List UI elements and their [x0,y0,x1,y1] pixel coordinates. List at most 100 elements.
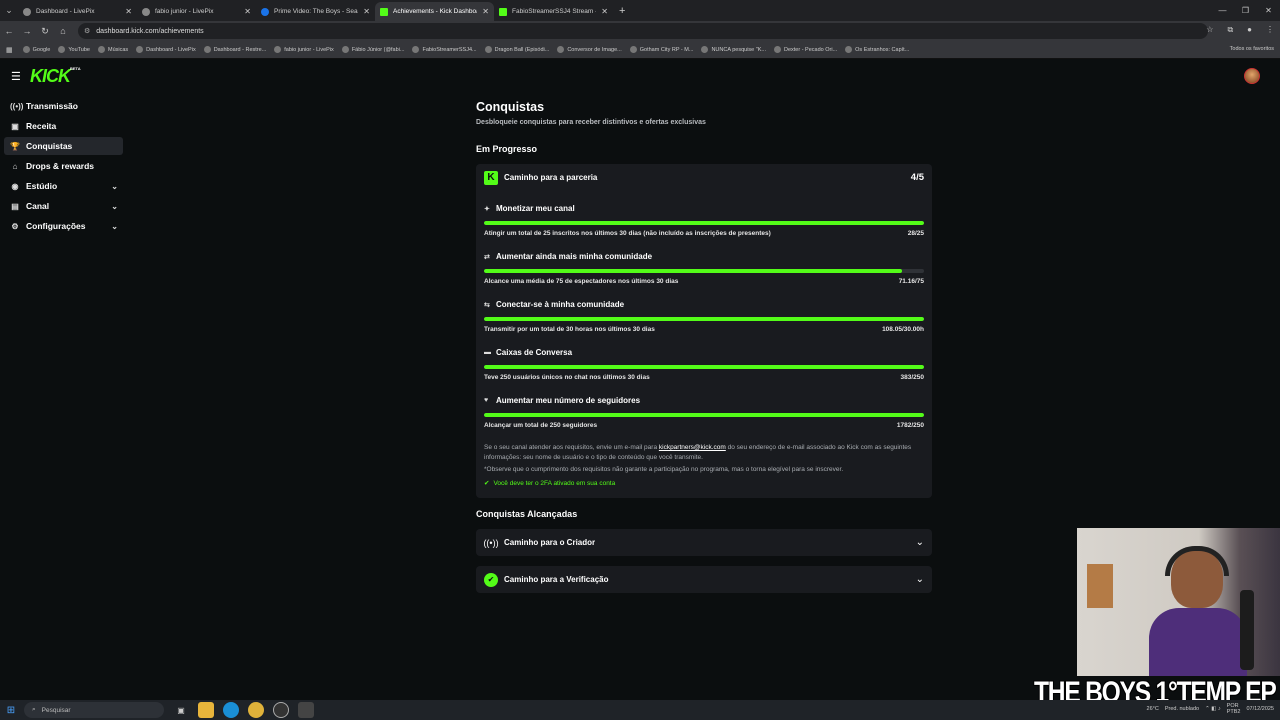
site-header: ☰ KICKBETA [0,61,1280,91]
sidebar-item-conquistas[interactable]: 🏆 Conquistas [4,137,123,155]
obs-icon[interactable] [273,702,289,718]
goal-title-row: ▬ Caixas de Conversa [484,346,924,359]
minimize-icon[interactable]: — [1211,0,1234,21]
weather-text: Pred. nublado [1164,706,1200,712]
avatar[interactable] [1244,68,1260,84]
partner-card-title: Caminho para a parceria [504,173,598,182]
file-explorer-icon[interactable] [198,702,214,718]
bookmark-item[interactable]: FabioStreamerSSJ4... [412,46,477,53]
input-language[interactable]: POR PTB2 [1227,703,1241,715]
bookmark-item[interactable]: Conversor de Image... [557,46,622,53]
chevron-down-icon[interactable]: ⌄ [916,574,924,585]
bookmark-item[interactable]: Dragon Ball (Episódi... [484,46,550,53]
check-icon: ✔ [484,480,490,487]
tab-close-icon[interactable]: ✕ [244,7,251,16]
achieved-creator-path[interactable]: ((•)) Caminho para o Criador ⌄ [476,529,932,556]
bookmark-favicon-icon [98,46,105,53]
trophy-icon: 🏆 [10,141,20,151]
bookmark-label: YouTube [68,46,90,53]
bookmark-item[interactable]: YouTube [58,46,90,53]
chevron-down-icon[interactable]: ⌄ [111,202,118,211]
bookmark-item[interactable]: Gotham City RP - M... [629,46,693,53]
bookmark-label: Dragon Ball (Episódi... [494,46,550,53]
profile-icon[interactable]: ● [1247,25,1252,35]
bookmark-item[interactable]: Dashboard - Restre... [203,46,266,53]
chrome-icon[interactable] [248,702,264,718]
sidebar-item-est-dio[interactable]: ◉ Estúdio ⌄ [4,177,123,195]
sidebar-item-transmiss-o[interactable]: ((•)) Transmissão [4,97,123,115]
apps-icon[interactable]: ▦ [6,46,13,54]
browser-tab[interactable]: fabio junior - LivePix ✕ [137,2,256,21]
bookmark-label: Google [32,46,51,53]
bookmark-item[interactable]: Dexter - Pecado Ori... [773,46,837,53]
chevron-down-icon[interactable]: ⌄ [111,182,118,191]
bookmark-item[interactable]: Fábio Júnior (@fabi... [341,46,404,53]
goal-progress-bar [484,365,924,369]
bookmark-favicon-icon [341,46,349,53]
bookmark-item[interactable]: Dashboard - LivePix [136,46,196,53]
bookmark-item[interactable]: NUNCA pesquise "K... [701,46,766,53]
bookmark-favicon-icon [274,46,282,53]
task-view-icon[interactable]: ▣ [173,702,189,718]
partner-email-link[interactable]: kickpartners@kick.com [659,444,726,451]
partner-info: Se o seu canal atender aos requisitos, e… [476,431,932,498]
maximize-icon[interactable]: ❐ [1234,0,1257,21]
weather-temp: 26°C [1146,706,1159,712]
tab-close-icon[interactable]: ✕ [363,7,370,16]
partner-card-header[interactable]: K Caminho para a parceria 4/5 [476,164,932,191]
goal-progress-bar [484,413,924,417]
reload-icon[interactable]: ↻ [36,26,54,37]
bookmark-item[interactable]: fabio junior - LivePix [274,46,334,53]
tab-favicon-icon [499,7,507,16]
browser-tab[interactable]: FabioStreamerSSJ4 Stream - Wa ✕ [494,2,613,21]
bookmark-favicon-icon [484,46,492,53]
all-bookmarks-link[interactable]: Todos os favoritos [1230,46,1274,52]
sidebar-item-canal[interactable]: ▤ Canal ⌄ [4,197,123,215]
kick-logo[interactable]: KICKBETA [30,66,81,87]
info-prefix: Se o seu canal atender aos requisitos, e… [484,444,659,451]
sidebar-item-drops-rewards[interactable]: ⌂ Drops & rewards [4,157,123,175]
taskbar-search[interactable]: ⌕ Pesquisar [24,702,164,718]
sidebar-nav: ((•)) Transmissão ▣ Receita 🏆 Conquistas ⌂ Drop… [4,97,123,237]
tray-icons[interactable]: ⌃ ◧ ♪ [1205,706,1221,712]
achieved-verification-path[interactable]: ✔ Caminho para a Verificação ⌄ [476,566,932,593]
goal-description: Alcançar um total de 250 seguidores [484,422,598,429]
chrome-active-icon[interactable] [298,702,314,718]
browser-tab[interactable]: Dashboard - LivePix ✕ [18,2,137,21]
edge-icon[interactable] [223,702,239,718]
back-icon[interactable]: ← [0,26,18,36]
chevron-down-icon[interactable]: ⌄ [111,222,118,231]
tab-close-icon[interactable]: ✕ [125,7,132,16]
browser-tab[interactable]: Prime Video: The Boys - Season ✕ [256,2,375,21]
info-text: Se o seu canal atender aos requisitos, e… [484,443,924,463]
browser-tab[interactable]: Achievements - Kick Dashboard ✕ [375,2,494,21]
home-icon[interactable]: ⌂ [54,26,72,36]
bookmark-star-icon[interactable]: ☆ [1206,25,1213,35]
bookmark-item[interactable]: Os Estranhos: Capít... [845,46,909,53]
goal-progress-bar [484,317,924,321]
hamburger-menu-icon[interactable]: ☰ [11,70,21,83]
forward-icon[interactable]: → [18,26,36,36]
new-tab-button[interactable]: + [619,5,625,17]
sidebar-item-label: Estúdio [26,181,58,191]
search-placeholder: Pesquisar [41,706,71,714]
info-note: *Observe que o cumprimento dos requisito… [484,466,844,473]
tab-close-icon[interactable]: ✕ [482,7,489,16]
windows-start-icon[interactable]: ⊞ [0,705,22,716]
extensions-icon[interactable]: ⧉ [1227,25,1233,35]
tab-close-icon[interactable]: ✕ [601,7,608,16]
sidebar-item-label: Receita [26,121,57,131]
achieved-heading: Conquistas Alcançadas [476,509,578,519]
menu-icon[interactable]: ⋮ [1266,25,1274,35]
tab-search-icon[interactable]: ⌄ [0,2,18,20]
sidebar-item-configura-es[interactable]: ⚙ Configurações ⌄ [4,217,123,235]
goal-progress-fill [484,221,924,225]
partner-path-card: K Caminho para a parceria 4/5 ✦ Monetizar… [476,164,932,498]
site-info-icon[interactable]: ⚙ [84,27,90,35]
sidebar-item-receita[interactable]: ▣ Receita [4,117,123,135]
bookmark-item[interactable]: Músicas [98,46,128,53]
chevron-down-icon[interactable]: ⌄ [916,537,924,548]
address-bar[interactable]: ⚙ dashboard.kick.com/achievements [78,23,1208,39]
bookmark-item[interactable]: Google [22,46,51,53]
close-window-icon[interactable]: ✕ [1257,0,1280,21]
